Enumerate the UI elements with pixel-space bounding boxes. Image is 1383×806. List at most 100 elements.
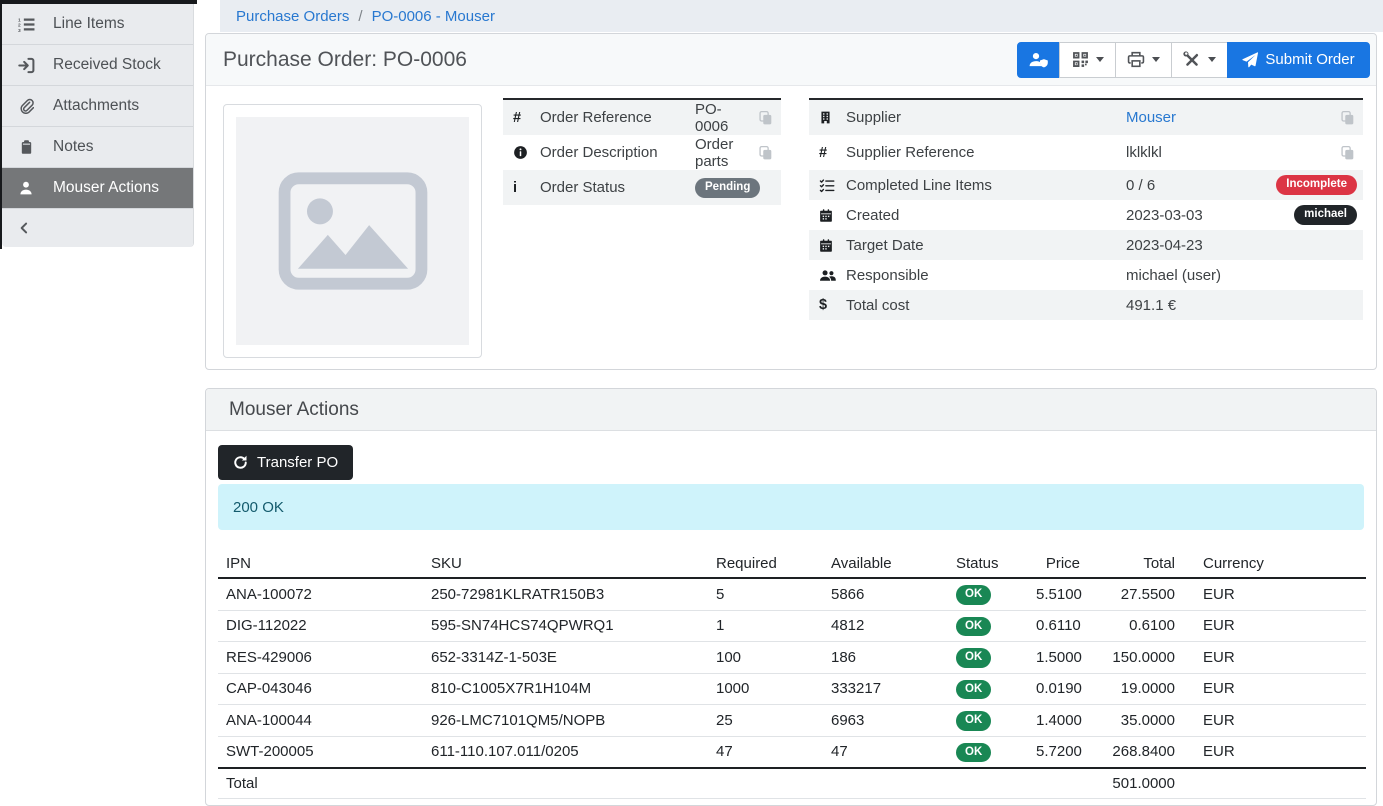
hash-icon: #: [819, 145, 846, 161]
page-title: Purchase Order: PO-0006: [223, 48, 467, 72]
chevron-down-icon: [1096, 57, 1104, 62]
detail-value: lklklkl: [1126, 144, 1337, 161]
detail-value: 2023-03-03: [1126, 207, 1294, 224]
hash-icon: #: [513, 110, 540, 126]
detail-label: Order Description: [540, 144, 695, 161]
copy-icon[interactable]: [755, 110, 775, 126]
detail-label: Responsible: [846, 267, 1126, 284]
col-header-price: Price: [1028, 549, 1088, 578]
svg-text:3: 3: [18, 27, 21, 32]
detail-row-supplier: Supplier Mouser: [809, 100, 1363, 135]
cell-status: OK: [948, 736, 1028, 768]
svg-text:1: 1: [18, 17, 21, 23]
supplier-detail-table: Supplier Mouser # Supplier Reference lkl…: [809, 98, 1363, 345]
calendar-icon: [819, 238, 846, 253]
cell-currency: EUR: [1183, 705, 1366, 737]
detail-label: Order Reference: [540, 109, 695, 126]
image-icon: [277, 172, 429, 290]
image-placeholder: [236, 117, 469, 345]
breadcrumb-link-purchase-orders[interactable]: Purchase Orders: [236, 8, 349, 25]
order-toolbar: Submit Order: [1017, 42, 1370, 78]
cell-sku: 250-72981KLRATR150B3: [423, 578, 708, 610]
sign-in-icon: [16, 57, 36, 74]
cell-status: OK: [948, 610, 1028, 642]
cell-status: OK: [948, 578, 1028, 610]
cell-required: 47: [708, 736, 823, 768]
calendar-icon: [819, 208, 846, 223]
transfer-po-label: Transfer PO: [257, 454, 338, 471]
col-header-ipn: IPN: [218, 549, 423, 578]
cell-sku: 611-110.107.011/0205: [423, 736, 708, 768]
ok-badge: OK: [956, 711, 991, 731]
cell-available: 6963: [823, 705, 948, 737]
detail-label: Target Date: [846, 237, 1126, 254]
detail-label: Created: [846, 207, 1126, 224]
cell-price: 0.6110: [1028, 610, 1088, 642]
cell-total: 150.0000: [1088, 642, 1183, 674]
cell-ipn: DIG-112022: [218, 610, 423, 642]
svg-text:2: 2: [18, 22, 21, 28]
cell-required: 100: [708, 642, 823, 674]
copy-icon[interactable]: [755, 145, 775, 161]
chevron-down-icon: [1208, 57, 1216, 62]
sidebar-item-notes[interactable]: Notes: [2, 127, 193, 168]
cell-ipn: SWT-200005: [218, 736, 423, 768]
cell-available: 47: [823, 736, 948, 768]
order-image-card[interactable]: [223, 104, 482, 358]
order-options-button[interactable]: [1171, 42, 1228, 78]
table-row: ANA-100044 926-LMC7101QM5/NOPB 25 6963 O…: [218, 705, 1366, 737]
cell-price: 5.7200: [1028, 736, 1088, 768]
info-circle-icon: [513, 145, 540, 160]
cell-price: 1.4000: [1028, 705, 1088, 737]
cell-price: 5.5100: [1028, 578, 1088, 610]
detail-value: PO-0006: [695, 101, 755, 135]
cell-total: 35.0000: [1088, 705, 1183, 737]
sidebar-collapse-button[interactable]: [2, 209, 193, 247]
cell-ipn: ANA-100044: [218, 705, 423, 737]
detail-value: Mouser: [1126, 109, 1337, 126]
cell-required: 25: [708, 705, 823, 737]
users-icon: [819, 268, 846, 283]
print-actions-button[interactable]: [1115, 42, 1172, 78]
cell-available: 4812: [823, 610, 948, 642]
detail-label: Order Status: [540, 179, 695, 196]
transfer-po-button[interactable]: Transfer PO: [218, 445, 353, 480]
sidebar-item-attachments[interactable]: Attachments: [2, 86, 193, 127]
sidebar-item-received-stock[interactable]: Received Stock: [2, 45, 193, 86]
detail-label: Total cost: [846, 297, 1126, 314]
table-row: ANA-100072 250-72981KLRATR150B3 5 5866 O…: [218, 578, 1366, 610]
detail-row-empty: [809, 320, 1363, 345]
tools-icon: [1183, 51, 1201, 69]
col-header-currency: Currency: [1183, 549, 1366, 578]
cell-required: 1000: [708, 673, 823, 705]
breadcrumb: Purchase Orders / PO-0006 - Mouser: [220, 0, 1383, 32]
detail-row-target-date: Target Date 2023-04-23: [809, 230, 1363, 260]
submit-order-button[interactable]: Submit Order: [1227, 42, 1370, 78]
copy-icon[interactable]: [1337, 145, 1357, 161]
copy-icon[interactable]: [1337, 110, 1357, 126]
detail-row-responsible: Responsible michael (user): [809, 260, 1363, 290]
detail-value: 2023-04-23: [1126, 237, 1357, 254]
breadcrumb-link-current[interactable]: PO-0006 - Mouser: [372, 8, 495, 25]
admin-button[interactable]: [1017, 42, 1060, 78]
detail-label: Completed Line Items: [846, 177, 1126, 194]
barcode-actions-button[interactable]: [1059, 42, 1116, 78]
table-row: DIG-112022 595-SN74HCS74QPWRQ1 1 4812 OK…: [218, 610, 1366, 642]
sidebar-item-line-items[interactable]: 123 Line Items: [2, 4, 193, 45]
detail-label: Supplier Reference: [846, 144, 1126, 161]
col-header-status: Status: [948, 549, 1028, 578]
detail-value: michael (user): [1126, 267, 1357, 284]
purchase-order-header: Purchase Order: PO-0006: [206, 34, 1376, 86]
parts-table: IPN SKU Required Available Status Price …: [218, 549, 1366, 799]
user-badge: michael: [1294, 205, 1357, 225]
qrcode-icon: [1072, 51, 1089, 68]
supplier-link[interactable]: Mouser: [1126, 109, 1176, 126]
detail-row-supplier-reference: # Supplier Reference lklklkl: [809, 135, 1363, 170]
cell-status: OK: [948, 673, 1028, 705]
purchase-order-panel: Purchase Order: PO-0006: [205, 33, 1377, 370]
sidebar-item-mouser-actions[interactable]: Mouser Actions: [2, 168, 193, 209]
ok-badge: OK: [956, 680, 991, 700]
cell-required: 1: [708, 610, 823, 642]
detail-value: Order parts: [695, 136, 755, 170]
ok-badge: OK: [956, 648, 991, 668]
